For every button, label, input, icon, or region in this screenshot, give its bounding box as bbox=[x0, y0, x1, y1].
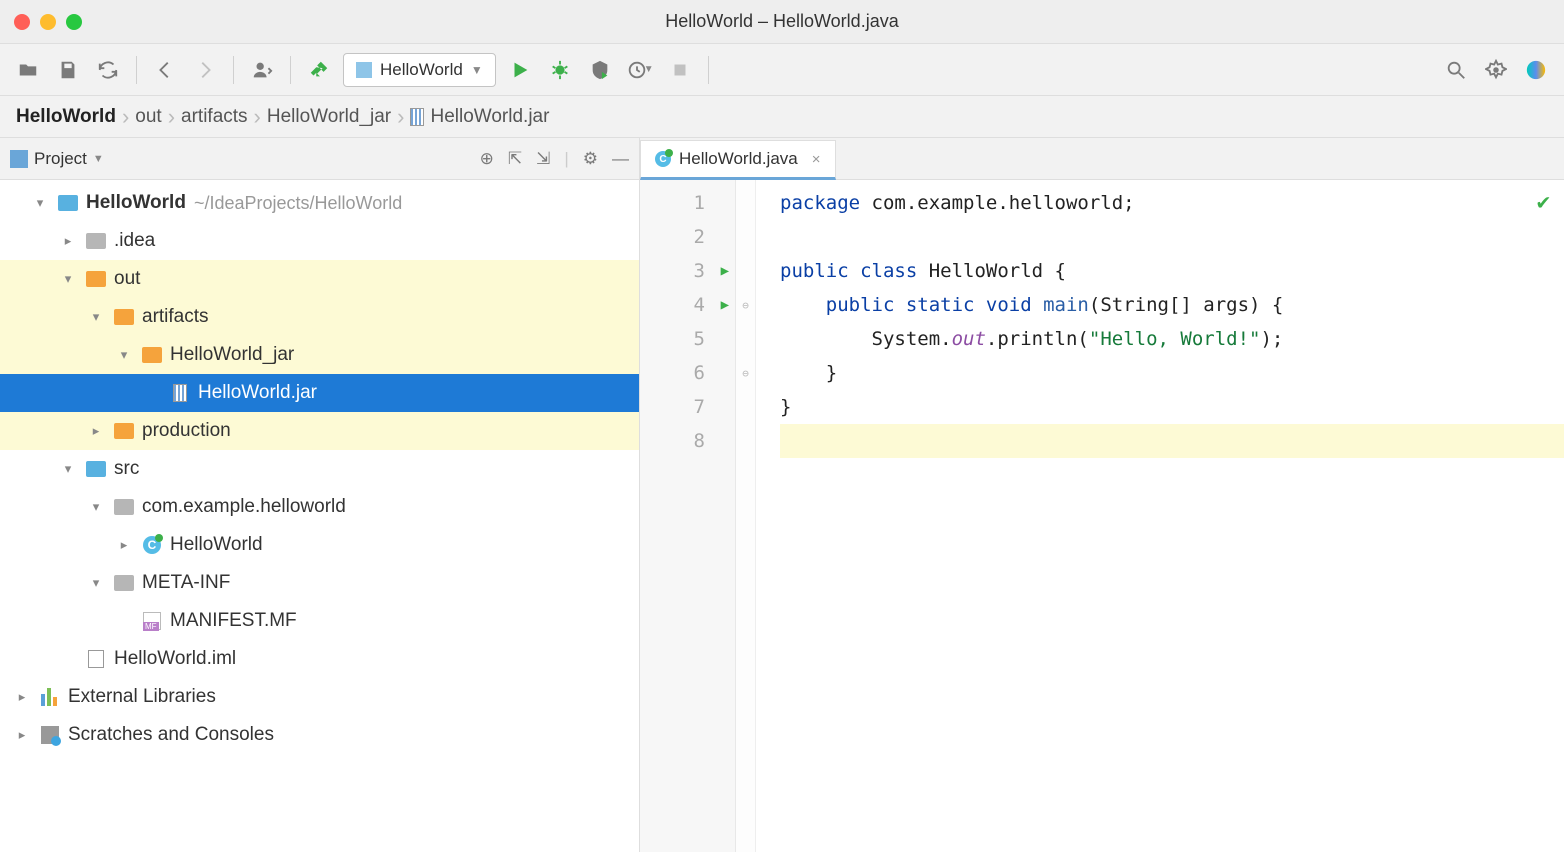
tree-out[interactable]: ▾out bbox=[0, 260, 639, 298]
close-tab-icon[interactable]: × bbox=[812, 151, 821, 168]
folder-icon bbox=[142, 347, 162, 363]
manifest-icon bbox=[143, 612, 161, 630]
select-opened-file-icon[interactable]: ⊕ bbox=[480, 149, 494, 169]
hide-icon[interactable]: — bbox=[612, 149, 629, 169]
build-icon[interactable] bbox=[303, 54, 335, 86]
tree-external-libraries[interactable]: ▸External Libraries bbox=[0, 678, 639, 716]
main-toolbar: HelloWorld ▼ ▼ bbox=[0, 44, 1564, 96]
line-number[interactable]: 5 bbox=[640, 322, 735, 356]
gutter: 1 2 3▶ 4▶ 5 6 7 8 bbox=[640, 180, 736, 852]
back-icon[interactable] bbox=[149, 54, 181, 86]
project-tree: ▾HelloWorld~/IdeaProjects/HelloWorld ▸.i… bbox=[0, 180, 639, 852]
tab-label: HelloWorld.java bbox=[679, 149, 798, 169]
tree-package[interactable]: ▾com.example.helloworld bbox=[0, 488, 639, 526]
tree-jar-file[interactable]: HelloWorld.jar bbox=[0, 374, 639, 412]
tree-artifacts[interactable]: ▾artifacts bbox=[0, 298, 639, 336]
tree-idea[interactable]: ▸.idea bbox=[0, 222, 639, 260]
file-icon bbox=[88, 650, 104, 668]
gear-icon[interactable]: ⚙ bbox=[583, 149, 598, 169]
profiler-icon[interactable]: ▼ bbox=[624, 54, 656, 86]
settings-icon[interactable] bbox=[1480, 54, 1512, 86]
tree-src[interactable]: ▾src bbox=[0, 450, 639, 488]
line-number[interactable]: 1 bbox=[640, 186, 735, 220]
project-icon bbox=[10, 150, 28, 168]
profile-icon[interactable] bbox=[246, 54, 278, 86]
application-icon bbox=[356, 62, 372, 78]
package-icon bbox=[114, 499, 134, 515]
collapse-all-icon[interactable]: ⇲ bbox=[536, 149, 550, 169]
folder-icon bbox=[114, 423, 134, 439]
tree-jar-folder[interactable]: ▾HelloWorld_jar bbox=[0, 336, 639, 374]
line-number[interactable]: 7 bbox=[640, 390, 735, 424]
crumb-artifacts[interactable]: artifacts bbox=[181, 106, 248, 128]
refresh-icon[interactable] bbox=[92, 54, 124, 86]
line-number[interactable]: 4▶ bbox=[640, 288, 735, 322]
jar-icon bbox=[173, 384, 187, 402]
code-area[interactable]: package com.example.helloworld; public c… bbox=[756, 180, 1564, 852]
library-icon bbox=[41, 688, 59, 706]
run-gutter-icon[interactable]: ▶ bbox=[721, 297, 729, 313]
editor: C HelloWorld.java × 1 2 3▶ 4▶ 5 6 7 8 ⊖ … bbox=[640, 138, 1564, 852]
run-icon[interactable] bbox=[504, 54, 536, 86]
editor-tabs: C HelloWorld.java × bbox=[640, 138, 1564, 180]
editor-tab[interactable]: C HelloWorld.java × bbox=[640, 140, 836, 180]
run-gutter-icon[interactable]: ▶ bbox=[721, 263, 729, 279]
open-icon[interactable] bbox=[12, 54, 44, 86]
forward-icon[interactable] bbox=[189, 54, 221, 86]
tool-window-title: Project bbox=[34, 149, 87, 169]
coverage-icon[interactable] bbox=[584, 54, 616, 86]
stop-icon[interactable] bbox=[664, 54, 696, 86]
crumb-jar-folder[interactable]: HelloWorld_jar bbox=[267, 106, 391, 128]
crumb-root[interactable]: HelloWorld bbox=[16, 106, 116, 128]
folder-icon bbox=[114, 575, 134, 591]
inspection-ok-icon[interactable]: ✔ bbox=[1537, 190, 1550, 215]
debug-icon[interactable] bbox=[544, 54, 576, 86]
tree-root[interactable]: ▾HelloWorld~/IdeaProjects/HelloWorld bbox=[0, 184, 639, 222]
window-title: HelloWorld – HelloWorld.java bbox=[0, 11, 1564, 32]
project-tool-window: Project ▼ ⊕ ⇱ ⇲ | ⚙ — ▾HelloWorld~/IdeaP… bbox=[0, 138, 640, 852]
folder-icon bbox=[86, 233, 106, 249]
chevron-down-icon: ▼ bbox=[471, 63, 483, 77]
save-icon[interactable] bbox=[52, 54, 84, 86]
fold-column: ⊖ ⊖ bbox=[736, 180, 756, 852]
fold-icon[interactable]: ⊖ bbox=[736, 288, 755, 322]
titlebar: HelloWorld – HelloWorld.java bbox=[0, 0, 1564, 44]
line-number[interactable]: 8 bbox=[640, 424, 735, 458]
tool-window-header: Project ▼ ⊕ ⇱ ⇲ | ⚙ — bbox=[0, 138, 639, 180]
jar-icon bbox=[410, 108, 424, 126]
line-number[interactable]: 2 bbox=[640, 220, 735, 254]
chevron-down-icon: ▼ bbox=[93, 153, 104, 165]
tool-window-selector[interactable]: Project ▼ bbox=[10, 149, 104, 169]
tree-manifest[interactable]: MANIFEST.MF bbox=[0, 602, 639, 640]
search-icon[interactable] bbox=[1440, 54, 1472, 86]
crumb-jar-file[interactable]: HelloWorld.jar bbox=[410, 106, 549, 128]
line-number[interactable]: 3▶ bbox=[640, 254, 735, 288]
fold-icon[interactable]: ⊖ bbox=[736, 356, 755, 390]
class-icon: C bbox=[143, 536, 161, 554]
expand-all-icon[interactable]: ⇱ bbox=[508, 149, 522, 169]
run-config-selector[interactable]: HelloWorld ▼ bbox=[343, 53, 496, 87]
run-config-label: HelloWorld bbox=[380, 60, 463, 80]
line-number[interactable]: 6 bbox=[640, 356, 735, 390]
crumb-out[interactable]: out bbox=[135, 106, 161, 128]
tree-production[interactable]: ▸production bbox=[0, 412, 639, 450]
module-icon bbox=[58, 195, 78, 211]
tree-metainf[interactable]: ▾META-INF bbox=[0, 564, 639, 602]
source-folder-icon bbox=[86, 461, 106, 477]
tree-scratches[interactable]: ▸Scratches and Consoles bbox=[0, 716, 639, 754]
tree-class[interactable]: ▸CHelloWorld bbox=[0, 526, 639, 564]
class-icon: C bbox=[655, 151, 671, 167]
folder-icon bbox=[86, 271, 106, 287]
breadcrumb: HelloWorld› out› artifacts› HelloWorld_j… bbox=[0, 96, 1564, 138]
folder-icon bbox=[114, 309, 134, 325]
tree-iml[interactable]: HelloWorld.iml bbox=[0, 640, 639, 678]
jetbrains-icon[interactable] bbox=[1520, 54, 1552, 86]
scratches-icon bbox=[41, 726, 59, 744]
